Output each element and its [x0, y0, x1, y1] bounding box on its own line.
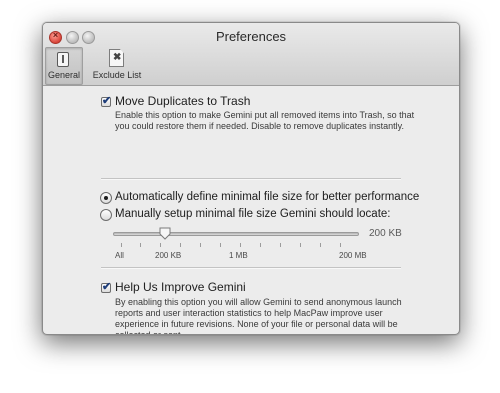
slider-tick [240, 243, 241, 247]
auto-file-size-radio[interactable] [100, 192, 112, 204]
toolbar-general-tab[interactable]: General [45, 47, 83, 85]
separator [101, 178, 401, 180]
title-bar: × Preferences General ✖ Exclude List [43, 23, 459, 86]
slider-tick [280, 243, 281, 247]
preferences-window: × Preferences General ✖ Exclude List Mov… [42, 22, 460, 335]
window-title: Preferences [215, 29, 287, 44]
help-improve-description: By enabling this option you will allow G… [115, 297, 402, 335]
toolbar-exclude-list-label: Exclude List [92, 70, 142, 80]
manual-file-size-label[interactable]: Manually setup minimal file size Gemini … [115, 208, 390, 220]
slider-tick [320, 243, 321, 247]
help-improve-label[interactable]: Help Us Improve Gemini [115, 280, 246, 294]
move-to-trash-checkbox[interactable] [101, 94, 111, 107]
file-size-value: 200 KB [369, 228, 402, 239]
toolbar-general-label: General [47, 70, 81, 80]
slider-tick [300, 243, 301, 247]
toolbar-exclude-list-tab[interactable]: ✖ Exclude List [88, 48, 146, 82]
separator [101, 267, 401, 269]
slider-tick [340, 243, 341, 247]
slider-tick [220, 243, 221, 247]
slider-tick-label-200mb: 200 MB [339, 251, 367, 260]
move-to-trash-label[interactable]: Move Duplicates to Trash [115, 94, 250, 108]
manual-file-size-radio[interactable] [100, 209, 112, 221]
general-pane: Move Duplicates to Trash Enable this opt… [43, 85, 459, 334]
slider-tick-label-200kb: 200 KB [155, 251, 182, 260]
slider-tick [260, 243, 261, 247]
slider-tick-label-all: All [115, 251, 124, 260]
slider-tick [121, 243, 122, 247]
general-switch-icon [57, 52, 69, 67]
slider-tick [200, 243, 201, 247]
move-to-trash-description: Enable this option to make Gemini put al… [115, 110, 415, 131]
slider-tick [180, 243, 181, 247]
auto-file-size-label[interactable]: Automatically define minimal file size f… [115, 191, 419, 203]
slider-tick [140, 243, 141, 247]
file-size-slider-thumb[interactable] [159, 227, 171, 240]
file-size-slider-track[interactable] [113, 232, 359, 236]
help-improve-checkbox[interactable] [101, 280, 111, 293]
exclude-document-icon: ✖ [109, 49, 124, 67]
slider-tick [160, 243, 161, 247]
slider-tick-label-1mb: 1 MB [229, 251, 248, 260]
